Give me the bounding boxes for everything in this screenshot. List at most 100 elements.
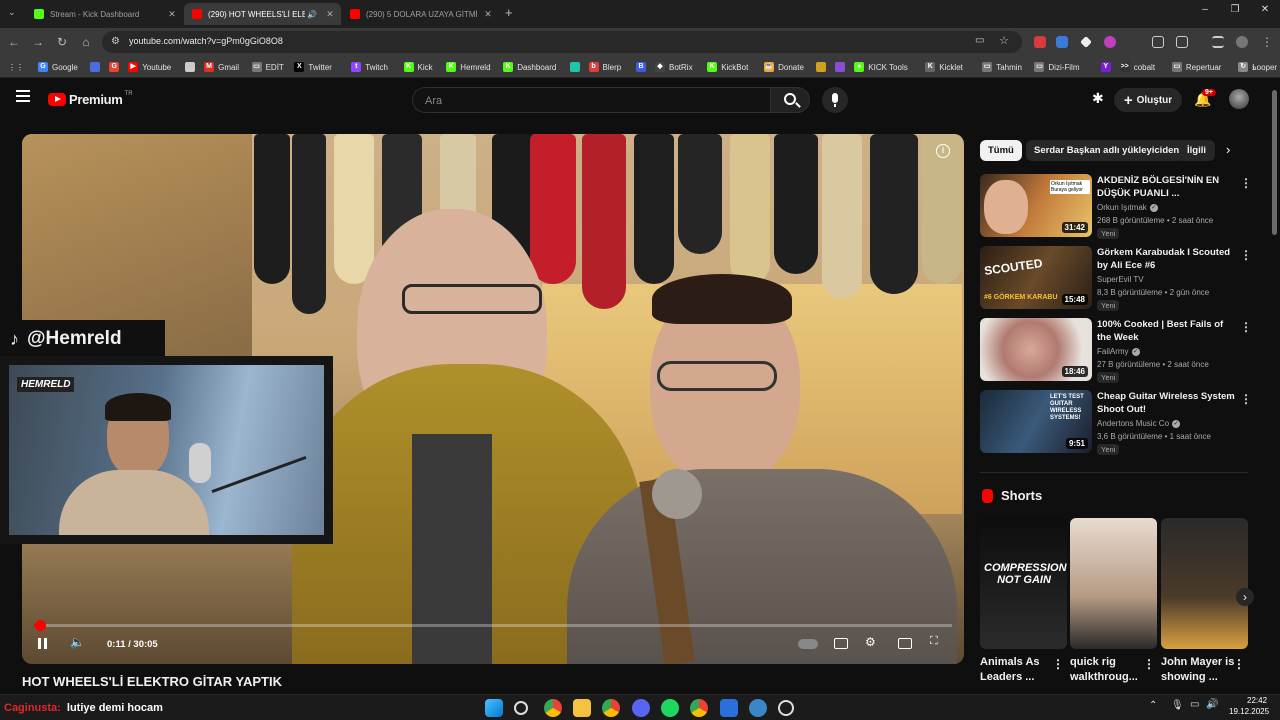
close-icon[interactable]: ✕ xyxy=(323,9,337,20)
autoplay-toggle[interactable] xyxy=(798,639,818,649)
extension-wave-icon[interactable] xyxy=(1056,36,1068,48)
bookmark-item[interactable]: ☕ Donate xyxy=(764,60,804,74)
tab-kick-dashboard[interactable]: Stream - Kick Dashboard ✕ xyxy=(26,3,183,25)
channel-name[interactable]: FailArmy ✓ xyxy=(1097,347,1140,356)
tab-youtube-active[interactable]: (290) HOT WHEELS'Lİ ELEKT 🔊 ✕ xyxy=(184,3,341,25)
bookmark-item[interactable]: K Kicklet xyxy=(925,60,963,74)
subtitles-icon[interactable] xyxy=(834,638,848,649)
chip-from-uploader[interactable]: Serdar Başkan adlı yükleyiciden xyxy=(1026,140,1188,161)
short-thumbnail[interactable]: COMPRESSION NOT GAIN xyxy=(980,518,1067,649)
address-bar[interactable]: ⚙ youtube.com/watch?v=gPm0gGiO8O8 ▭ ☆ xyxy=(102,31,1022,53)
windows-start-icon[interactable] xyxy=(485,699,503,717)
chip-all[interactable]: Tümü xyxy=(980,140,1022,161)
bookmark-item[interactable]: ▭ Repertuar xyxy=(1171,60,1221,74)
bookmark-item[interactable]: K Kick xyxy=(403,60,433,74)
bookmark-item[interactable]: ▭ Tahmin xyxy=(982,60,1022,74)
bookmark-item[interactable] xyxy=(185,60,199,74)
network-icon[interactable]: ▭ xyxy=(1190,699,1199,710)
recommendation-item[interactable]: SCOUTED #6 GÖRKEM KARABU 15:48 Görkem Ka… xyxy=(980,246,1252,311)
miniplayer-icon[interactable] xyxy=(898,638,912,649)
tab-search-chevron-icon[interactable]: ⌄ xyxy=(8,7,16,18)
volume-icon[interactable]: 🔈 xyxy=(70,635,85,649)
more-options-icon[interactable]: ⋮ xyxy=(1240,320,1252,334)
home-icon[interactable]: ⌂ xyxy=(78,34,94,50)
apps-grid-icon[interactable]: ⋮⋮ xyxy=(8,60,24,74)
close-icon[interactable]: ✕ xyxy=(481,9,495,20)
bookmark-item[interactable]: G Google xyxy=(38,60,78,74)
bookmark-item[interactable]: ▶ Youtube xyxy=(128,60,171,74)
chrome-icon[interactable] xyxy=(544,699,562,717)
video-thumbnail[interactable]: LET'S TEST GUITAR WIRELESS SYSTEMS! 9:51 xyxy=(980,390,1092,453)
more-options-icon[interactable]: ⋮ xyxy=(1240,176,1252,190)
settings-gear-icon[interactable]: ⚙ xyxy=(865,635,876,649)
create-button[interactable]: + Oluştur xyxy=(1114,88,1182,112)
browser-menu-icon[interactable]: ⋮ xyxy=(1259,34,1275,50)
cast-icon[interactable]: ▭ xyxy=(975,35,984,46)
video-title[interactable]: 100% Cooked | Best Fails of the Week xyxy=(1097,318,1237,344)
short-title[interactable]: Animals As Leaders ... xyxy=(980,655,1058,685)
extension-diamond-icon[interactable] xyxy=(1080,36,1092,48)
search-input[interactable]: Ara xyxy=(412,87,770,113)
bookmark-item[interactable]: ▭ Dizi-Film xyxy=(1034,60,1080,74)
chip-next-chevron-icon[interactable]: › xyxy=(1226,142,1230,157)
recommendation-item[interactable]: Orkun Işıtmak Buraya geliyor 31:42 AKDEN… xyxy=(980,174,1252,239)
info-icon[interactable]: i xyxy=(936,144,950,158)
new-tab-button[interactable]: + xyxy=(505,5,513,20)
chip-related[interactable]: İlgili xyxy=(1179,140,1215,161)
channel-name[interactable]: Andertons Music Co ✓ xyxy=(1097,419,1181,428)
maximize-button[interactable]: ❐ xyxy=(1220,4,1250,22)
bookmark-item[interactable] xyxy=(569,60,584,74)
account-avatar[interactable] xyxy=(1229,89,1249,109)
more-options-icon[interactable]: ⋮ xyxy=(1240,392,1252,406)
video-thumbnail[interactable]: Orkun Işıtmak Buraya geliyor 31:42 xyxy=(980,174,1092,237)
clock-time[interactable]: 22:42 xyxy=(1247,696,1267,705)
extension-purple-icon[interactable] xyxy=(1104,36,1116,48)
clock-date[interactable]: 19.12.2025 xyxy=(1229,707,1269,716)
speaker-icon[interactable]: 🔊 xyxy=(305,10,319,19)
video-title[interactable]: Görkem Karabudak I Scouted by Ali Ece #6 xyxy=(1097,246,1237,272)
screenshot-icon[interactable] xyxy=(1152,36,1164,48)
bookmark-item[interactable]: ◆ BotRix xyxy=(655,60,693,74)
tab-youtube-2[interactable]: (290) 5 DOLARA UZAYA GİTMİ ✕ xyxy=(342,3,499,25)
video-thumbnail[interactable]: 18:46 xyxy=(980,318,1092,381)
bookmark-item[interactable]: K Dashboard xyxy=(503,60,556,74)
extension-red-icon[interactable] xyxy=(1034,36,1046,48)
minimize-button[interactable]: – xyxy=(1190,4,1220,22)
site-info-icon[interactable]: ⚙ xyxy=(111,36,120,47)
bookmark-item[interactable]: G xyxy=(109,60,123,74)
fullscreen-icon[interactable]: ⛶ xyxy=(930,635,938,648)
bookmark-item[interactable]: K Hemreld xyxy=(446,60,491,74)
gear-icon[interactable]: ✱ xyxy=(1092,90,1104,107)
bookmark-item[interactable]: ▭ EDİT xyxy=(251,60,284,74)
back-arrow-icon[interactable]: ← xyxy=(6,34,22,50)
search-button[interactable] xyxy=(770,87,810,113)
forward-arrow-icon[interactable]: → xyxy=(30,34,46,50)
bookmarks-overflow-icon[interactable]: » xyxy=(1252,60,1256,74)
more-options-icon[interactable]: ⋮ xyxy=(1233,657,1245,671)
video-title[interactable]: Cheap Guitar Wireless System Shoot Out! xyxy=(1097,390,1237,416)
spotify-icon[interactable] xyxy=(661,699,679,717)
reading-list-icon[interactable] xyxy=(1212,36,1224,48)
short-thumbnail[interactable] xyxy=(1070,518,1157,649)
bookmark-item[interactable]: >> cobalt xyxy=(1119,60,1155,74)
bookmark-item[interactable]: M Gmail xyxy=(204,60,239,74)
bookmark-item[interactable] xyxy=(816,60,830,74)
more-options-icon[interactable]: ⋮ xyxy=(1240,248,1252,262)
youtube-logo[interactable]: Premium TR xyxy=(48,91,133,107)
app-blue-icon[interactable] xyxy=(720,699,738,717)
short-title[interactable]: quick rig walkthroug... xyxy=(1070,655,1148,685)
file-explorer-icon[interactable] xyxy=(573,699,591,717)
progress-scrubber[interactable] xyxy=(35,620,46,631)
channel-name[interactable]: SuperEvil TV xyxy=(1097,275,1144,284)
close-window-button[interactable]: ✕ xyxy=(1250,4,1280,22)
progress-bar[interactable] xyxy=(34,620,952,631)
hamburger-menu-icon[interactable] xyxy=(16,90,30,102)
voice-search-button[interactable] xyxy=(822,87,848,113)
page-scrollbar[interactable] xyxy=(1272,90,1277,235)
puzzle-extensions-icon[interactable] xyxy=(1176,36,1188,48)
microphone-icon[interactable]: 🎙 xyxy=(1171,700,1184,711)
recommendation-item[interactable]: 18:46 100% Cooked | Best Fails of the We… xyxy=(980,318,1252,383)
bookmark-item[interactable]: ● KICK Tools xyxy=(854,60,908,74)
more-options-icon[interactable]: ⋮ xyxy=(1052,657,1064,671)
bookmark-item[interactable]: X Twitter xyxy=(294,60,332,74)
